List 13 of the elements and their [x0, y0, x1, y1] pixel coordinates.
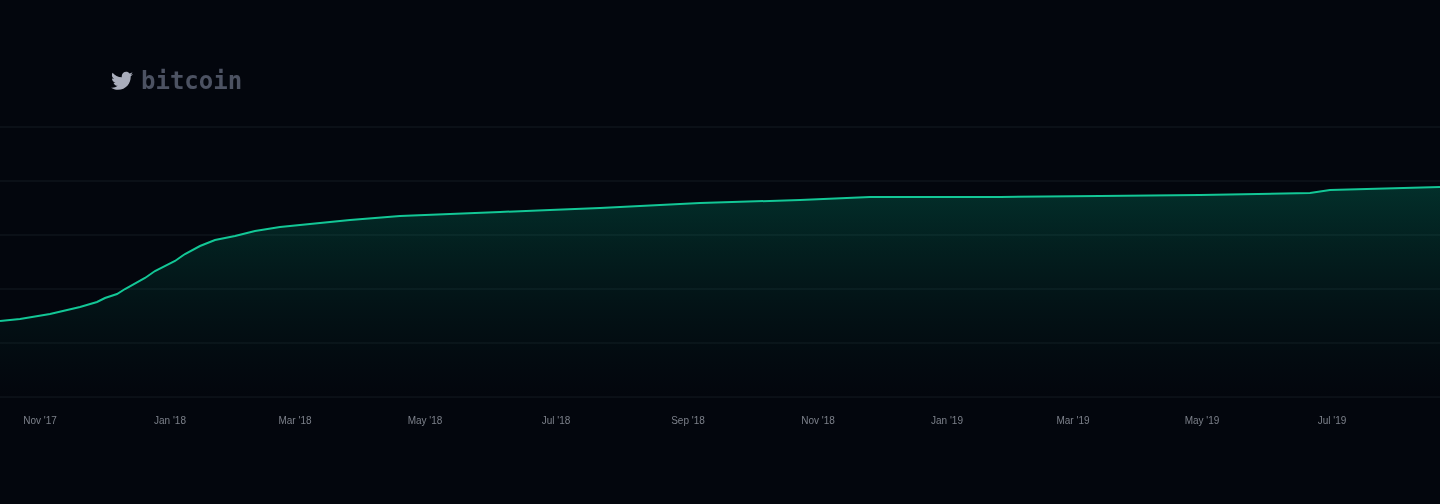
axis-label: Jan '18 — [154, 414, 186, 428]
axis-label: Jul '18 — [541, 414, 571, 428]
axis-label: Jul '19 — [1317, 414, 1347, 428]
axis-label: Nov '18 — [801, 414, 835, 428]
axis-label: Mar '18 — [278, 414, 312, 428]
axis-label: Mar '19 — [1056, 414, 1090, 428]
axis-label: May '18 — [407, 414, 443, 428]
axis-label: May '19 — [1184, 414, 1220, 428]
bird-icon — [111, 71, 133, 91]
axis-label: Jan '19 — [931, 414, 963, 428]
axis-label: Nov '17 — [23, 414, 57, 428]
axis-label: Sep '18 — [671, 414, 705, 428]
page-title: bitcoin — [141, 66, 243, 96]
